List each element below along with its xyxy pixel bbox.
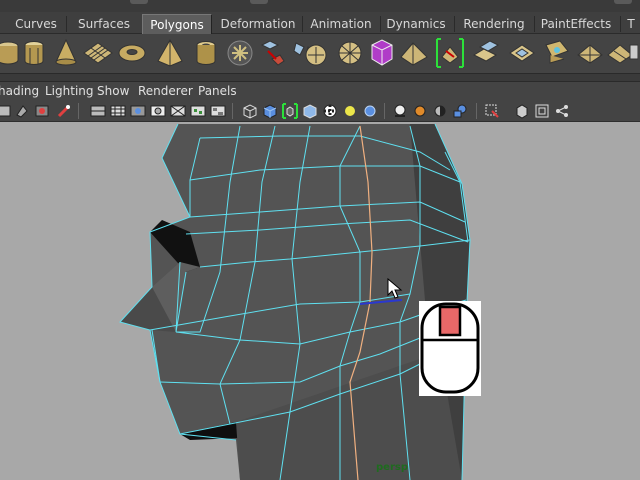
image-plane-icon[interactable] [56,103,72,119]
extrude-face-icon[interactable] [470,37,502,69]
extrude-edge-icon[interactable] [506,37,538,69]
textured-icon[interactable] [322,103,338,119]
xray-joints-icon[interactable] [432,103,448,119]
smooth-shade-icon[interactable] [262,103,278,119]
tab-polygons[interactable]: Polygons [142,14,212,34]
tab-animation[interactable]: Animation [306,14,376,34]
polygon-select-icon[interactable] [398,37,430,69]
perspective-viewport[interactable]: persp [0,122,640,480]
frame-icon[interactable] [534,103,550,119]
status-line-nub [250,0,268,4]
tab-curves[interactable]: Curves [8,14,64,34]
polygons-shelf [0,35,640,74]
poly-pyramid-icon[interactable] [154,37,186,69]
poly-cone-icon[interactable] [50,37,82,69]
select-camera-icon[interactable] [0,103,12,119]
shelf-tab-bar: Curves Surfaces Polygons Deformation Ani… [0,12,640,34]
left-mouse-button-highlight [438,305,462,337]
default-lighting-icon[interactable] [342,103,358,119]
menu-panels[interactable]: Panels [198,83,237,99]
status-line-nub [130,0,148,4]
shelf-divider [0,74,640,82]
all-lights-icon[interactable] [362,103,378,119]
hud-icon[interactable] [514,103,530,119]
backface-icon[interactable] [452,103,468,119]
film-gate-icon[interactable] [110,103,126,119]
tab-rendering[interactable]: Rendering [458,14,530,34]
poly-pipe-icon[interactable] [190,37,222,69]
xray-icon[interactable] [302,103,318,119]
subdivide-icon[interactable] [366,37,398,69]
poly-torus-icon[interactable] [116,37,148,69]
menu-shading[interactable]: hading [0,83,39,99]
tab-toon[interactable]: T [624,14,638,34]
poke-face-icon[interactable] [574,37,606,69]
mouse-pointer-icon [387,278,403,299]
tab-painteffects[interactable]: PaintEffects [538,14,614,34]
head-mesh[interactable] [0,122,640,480]
separate-icon[interactable] [258,37,290,69]
poly-helix-icon[interactable] [224,37,256,69]
merge-vertices-icon[interactable] [540,37,572,69]
trax-icon[interactable] [554,103,570,119]
manipulator-icon[interactable] [484,103,500,119]
tab-deformation[interactable]: Deformation [218,14,298,34]
camera-name-label: persp [376,462,408,473]
tab-dynamics[interactable]: Dynamics [384,14,448,34]
split-polygon-icon[interactable] [606,37,638,69]
wireframe-icon[interactable] [242,103,258,119]
camera-attributes-icon[interactable] [14,103,30,119]
panel-menu-bar: hading Lighting Show Renderer Panels [0,82,640,100]
safe-action-icon[interactable] [190,103,206,119]
menu-lighting[interactable]: Lighting [45,83,94,99]
grid-icon[interactable] [90,103,106,119]
poly-cylinder-icon[interactable] [18,37,50,69]
gate-mask-icon[interactable] [150,103,166,119]
boolean-icon[interactable] [302,37,334,69]
menu-renderer[interactable]: Renderer [138,83,193,99]
status-line-nub [614,0,632,4]
mouse-icon [420,302,480,394]
wireframe-on-shaded-icon[interactable] [282,103,298,119]
mouse-button-indicator [419,301,481,396]
resolution-gate-icon[interactable] [130,103,146,119]
poly-plane-icon[interactable] [82,37,114,69]
menu-show[interactable]: Show [97,83,129,99]
panel-toolbar [0,100,640,122]
status-line-strip [0,0,640,12]
tab-surfaces[interactable]: Surfaces [70,14,138,34]
field-chart-icon[interactable] [170,103,186,119]
bookmark-icon[interactable] [34,103,50,119]
safe-title-icon[interactable] [210,103,226,119]
isolate-select-icon[interactable] [412,103,428,119]
shadows-icon[interactable] [392,103,408,119]
smooth-proxy-icon[interactable] [334,37,366,69]
wedge-icon[interactable] [434,37,466,69]
